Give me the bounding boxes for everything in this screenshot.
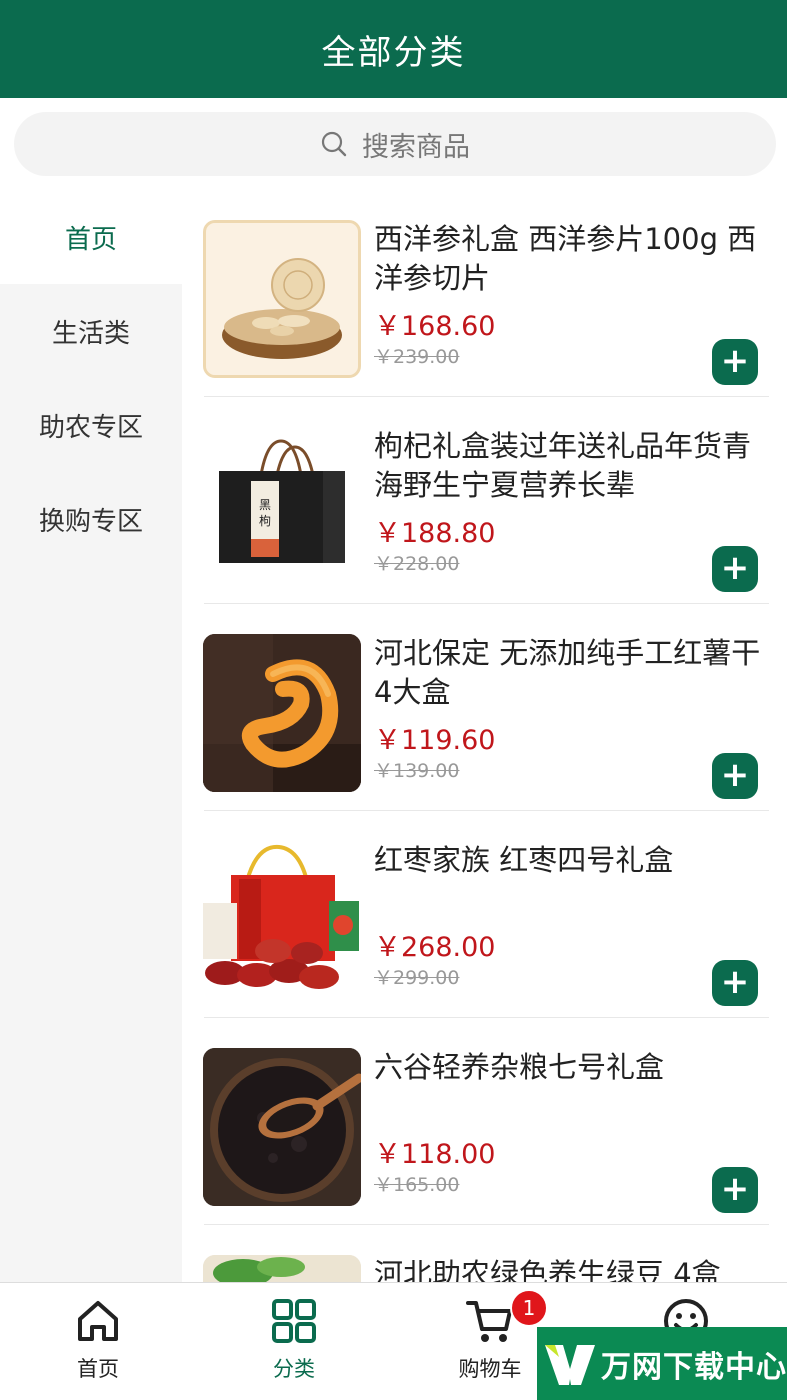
svg-text:黑: 黑 <box>259 498 271 512</box>
product-price: ￥268.00 <box>374 932 496 963</box>
sidebar-item-label: 生活类 <box>51 318 130 349</box>
add-to-cart-button[interactable]: + <box>712 1167 758 1213</box>
product-price: ￥119.60 <box>374 725 496 756</box>
sidebar-item-exchange[interactable]: 换购专区 <box>0 472 182 566</box>
ginseng-illustration <box>206 223 358 375</box>
product-name[interactable]: 红枣家族 红枣四号礼盒 <box>374 841 774 880</box>
product-card[interactable]: 红枣家族 红枣四号礼盒 ￥268.00 ￥299.00 + <box>182 811 787 1018</box>
mung-bean-illustration <box>203 1255 361 1282</box>
sidebar-item-farm-aid[interactable]: 助农专区 <box>0 378 182 472</box>
product-image-grains[interactable] <box>203 1048 361 1206</box>
tab-home[interactable]: 首页 <box>0 1283 196 1400</box>
search-placeholder: 搜索商品 <box>362 131 470 163</box>
product-name[interactable]: 西洋参礼盒 西洋参片100g 西洋参切片 <box>374 220 774 298</box>
plus-icon: + <box>720 1168 750 1209</box>
product-card[interactable]: 六谷轻养杂粮七号礼盒 ￥118.00 ￥165.00 + <box>182 1018 787 1225</box>
cart-icon <box>466 1301 512 1342</box>
product-card[interactable]: 河北助农绿色养生绿豆 4盒 <box>182 1225 787 1282</box>
watermark-logo-icon <box>545 1344 595 1385</box>
product-name[interactable]: 河北助农绿色养生绿豆 4盒 <box>374 1255 774 1282</box>
product-original-price: ￥239.00 <box>374 346 460 368</box>
app-screen: 全部分类 搜索商品 首页 生活类 助农专区 换购专区 西洋参礼盒 西洋参片100… <box>0 0 787 1400</box>
product-price: ￥188.80 <box>374 518 496 549</box>
svg-text:枸: 枸 <box>259 513 271 528</box>
add-to-cart-button[interactable]: + <box>712 546 758 592</box>
search-icon <box>321 131 347 157</box>
plus-icon: + <box>720 961 750 1002</box>
plus-icon: + <box>720 547 750 588</box>
jujube-box-illustration <box>203 844 359 989</box>
product-price: ￥168.60 <box>374 311 496 342</box>
add-to-cart-button[interactable]: + <box>712 960 758 1006</box>
search-input[interactable]: 搜索商品 <box>14 112 776 176</box>
add-to-cart-button[interactable]: + <box>712 339 758 385</box>
plus-icon: + <box>720 340 750 381</box>
product-original-price: ￥139.00 <box>374 760 460 782</box>
product-card[interactable]: 西洋参礼盒 西洋参片100g 西洋参切片 ￥168.60 ￥239.00 + <box>182 190 787 397</box>
product-image-goji[interactable]: 黑 枸 <box>203 427 361 585</box>
product-image-sweet-potato[interactable] <box>203 634 361 792</box>
product-name[interactable]: 六谷轻养杂粮七号礼盒 <box>374 1048 774 1087</box>
watermark-text: 万网下载中心 <box>601 1349 787 1385</box>
cart-count-badge: 1 <box>510 1289 548 1327</box>
sidebar-item-life[interactable]: 生活类 <box>0 284 182 378</box>
header-bar: 全部分类 <box>0 0 787 98</box>
product-price: ￥118.00 <box>374 1139 496 1170</box>
add-to-cart-button[interactable]: + <box>712 753 758 799</box>
sidebar-item-label: 助农专区 <box>38 412 143 443</box>
sidebar-item-label: 首页 <box>64 224 117 255</box>
product-image-mung-bean[interactable] <box>203 1255 361 1282</box>
product-original-price: ￥228.00 <box>374 553 460 575</box>
goji-box-illustration: 黑 枸 <box>219 439 345 563</box>
product-original-price: ￥165.00 <box>374 1174 460 1196</box>
product-image-ginseng[interactable] <box>203 220 361 378</box>
product-card[interactable]: 黑 枸 枸杞礼盒装过年送礼品年货青海野生宁夏营养长辈 ￥188.80 ￥228.… <box>182 397 787 604</box>
tab-category[interactable]: 分类 <box>196 1283 392 1400</box>
sidebar-item-label: 换购专区 <box>38 506 143 537</box>
sweet-potato-illustration <box>203 634 361 792</box>
grid-icon <box>272 1299 316 1343</box>
sidebar-item-home[interactable]: 首页 <box>0 190 182 284</box>
tab-label: 首页 <box>77 1357 119 1381</box>
tab-label: 分类 <box>273 1357 315 1381</box>
plus-icon: + <box>720 754 750 795</box>
grains-illustration <box>203 1048 361 1206</box>
home-icon <box>78 1301 118 1341</box>
product-original-price: ￥299.00 <box>374 967 460 989</box>
product-name[interactable]: 枸杞礼盒装过年送礼品年货青海野生宁夏营养长辈 <box>374 427 774 505</box>
product-list: 西洋参礼盒 西洋参片100g 西洋参切片 ￥168.60 ￥239.00 + 黑… <box>182 190 787 1282</box>
category-sidebar: 首页 生活类 助农专区 换购专区 <box>0 190 182 1282</box>
product-card[interactable]: 河北保定 无添加纯手工红薯干 4大盒 ￥119.60 ￥139.00 + <box>182 604 787 811</box>
product-image-jujube[interactable] <box>203 841 361 999</box>
page-title: 全部分类 <box>321 32 466 73</box>
watermark-banner: 万网下载中心 <box>537 1327 787 1400</box>
product-name[interactable]: 河北保定 无添加纯手工红薯干 4大盒 <box>374 634 774 712</box>
